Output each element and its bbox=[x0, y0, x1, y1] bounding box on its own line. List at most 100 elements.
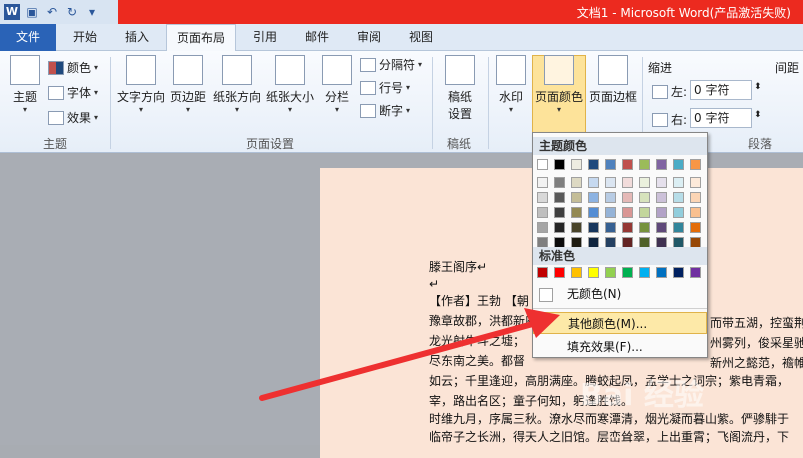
fill-effects-item[interactable]: 填充效果(F)... bbox=[533, 336, 707, 358]
margins-button[interactable]: 页边距 ▾ bbox=[168, 55, 208, 114]
theme-color-shade-swatch[interactable] bbox=[554, 207, 565, 218]
theme-color-shade-swatch[interactable] bbox=[639, 177, 650, 188]
theme-color-shade-swatch[interactable] bbox=[605, 222, 616, 233]
theme-color-shade-swatch[interactable] bbox=[571, 177, 582, 188]
theme-color-swatch[interactable] bbox=[537, 159, 548, 170]
standard-color-swatch[interactable] bbox=[571, 267, 582, 278]
standard-color-swatch[interactable] bbox=[605, 267, 616, 278]
theme-color-shade-swatch[interactable] bbox=[554, 222, 565, 233]
theme-color-shade-swatch[interactable] bbox=[622, 222, 633, 233]
tab-view[interactable]: 视图 bbox=[398, 24, 444, 51]
margins-icon bbox=[173, 55, 203, 85]
theme-color-shade-swatch[interactable] bbox=[639, 222, 650, 233]
indent-left-spinner[interactable]: ⬍ bbox=[754, 82, 762, 92]
theme-color-swatch[interactable] bbox=[690, 159, 701, 170]
theme-color-shade-swatch[interactable] bbox=[656, 177, 667, 188]
tab-references[interactable]: 引用 bbox=[242, 24, 288, 51]
theme-color-shade-swatch[interactable] bbox=[571, 222, 582, 233]
theme-color-shade-swatch[interactable] bbox=[673, 222, 684, 233]
theme-color-shade-swatch[interactable] bbox=[622, 207, 633, 218]
tab-file[interactable]: 文件 bbox=[0, 24, 56, 51]
theme-color-swatch[interactable] bbox=[588, 159, 599, 170]
theme-color-shade-swatch[interactable] bbox=[588, 192, 599, 203]
standard-color-swatch[interactable] bbox=[537, 267, 548, 278]
tab-insert[interactable]: 插入 bbox=[114, 24, 160, 51]
orientation-button[interactable]: 纸张方向 ▾ bbox=[212, 55, 262, 114]
theme-color-swatch[interactable] bbox=[639, 159, 650, 170]
theme-color-shade-swatch[interactable] bbox=[537, 192, 548, 203]
theme-color-shade-swatch[interactable] bbox=[673, 192, 684, 203]
theme-color-shade-swatch[interactable] bbox=[605, 207, 616, 218]
theme-color-shade-swatch[interactable] bbox=[537, 222, 548, 233]
theme-color-shade-swatch[interactable] bbox=[622, 192, 633, 203]
theme-color-shade-swatch[interactable] bbox=[690, 177, 701, 188]
themes-icon bbox=[10, 55, 40, 85]
theme-color-shade-swatch[interactable] bbox=[673, 207, 684, 218]
tab-review[interactable]: 审阅 bbox=[346, 24, 392, 51]
page-color-content: 页面颜色 ▾ bbox=[532, 55, 586, 114]
theme-color-shade-swatch[interactable] bbox=[588, 177, 599, 188]
theme-color-shade-swatch[interactable] bbox=[537, 177, 548, 188]
colors-button[interactable]: 颜色 ▾ bbox=[48, 59, 98, 76]
theme-color-shade-swatch[interactable] bbox=[690, 207, 701, 218]
theme-color-swatch[interactable] bbox=[656, 159, 667, 170]
standard-color-swatch[interactable] bbox=[639, 267, 650, 278]
standard-color-swatch[interactable] bbox=[622, 267, 633, 278]
no-color-item[interactable]: 无颜色(N) bbox=[533, 283, 707, 305]
text-direction-icon bbox=[126, 55, 156, 85]
undo-icon[interactable]: ↶ bbox=[44, 4, 60, 20]
theme-color-shade-swatch[interactable] bbox=[588, 222, 599, 233]
theme-color-shade-swatch[interactable] bbox=[673, 177, 684, 188]
theme-color-shade-swatch[interactable] bbox=[622, 177, 633, 188]
themes-button[interactable]: 主题 ▾ bbox=[8, 55, 42, 114]
save-icon[interactable]: ▣ bbox=[24, 4, 40, 20]
theme-color-swatch[interactable] bbox=[622, 159, 633, 170]
standard-color-swatch[interactable] bbox=[554, 267, 565, 278]
theme-color-shade-swatch[interactable] bbox=[605, 177, 616, 188]
breaks-button[interactable]: 分隔符 ▾ bbox=[360, 56, 422, 73]
theme-color-shade-swatch[interactable] bbox=[571, 192, 582, 203]
indent-right-spinner[interactable]: ⬍ bbox=[754, 110, 762, 120]
theme-color-shade-swatch[interactable] bbox=[554, 177, 565, 188]
tab-page-layout[interactable]: 页面布局 bbox=[166, 24, 236, 52]
customize-qat-icon[interactable]: ▾ bbox=[84, 4, 100, 20]
theme-color-shade-swatch[interactable] bbox=[605, 192, 616, 203]
text-direction-button[interactable]: 文字方向 ▾ bbox=[116, 55, 166, 114]
indent-right-input[interactable]: 0 字符 bbox=[690, 108, 752, 128]
theme-color-shade-swatch[interactable] bbox=[588, 207, 599, 218]
effects-button[interactable]: 效果 ▾ bbox=[48, 109, 98, 126]
page-borders-button[interactable]: 页面边框 bbox=[588, 55, 638, 105]
columns-button[interactable]: 分栏 ▾ bbox=[320, 55, 354, 114]
theme-color-shade-swatch[interactable] bbox=[656, 192, 667, 203]
tab-mailings[interactable]: 邮件 bbox=[294, 24, 340, 51]
theme-color-shade-swatch[interactable] bbox=[656, 222, 667, 233]
theme-color-swatch[interactable] bbox=[673, 159, 684, 170]
tab-home[interactable]: 开始 bbox=[62, 24, 108, 51]
standard-color-swatch[interactable] bbox=[690, 267, 701, 278]
standard-color-swatch[interactable] bbox=[588, 267, 599, 278]
standard-color-swatch[interactable] bbox=[673, 267, 684, 278]
theme-color-swatch[interactable] bbox=[554, 159, 565, 170]
paragraph-group-label: 段落 bbox=[747, 137, 772, 151]
theme-color-shade-swatch[interactable] bbox=[690, 222, 701, 233]
hyphenation-button[interactable]: 断字 ▾ bbox=[360, 102, 410, 119]
size-button[interactable]: 纸张大小 ▾ bbox=[265, 55, 315, 114]
theme-color-shade-swatch[interactable] bbox=[571, 207, 582, 218]
theme-color-shade-swatch[interactable] bbox=[554, 192, 565, 203]
theme-color-shade-swatch[interactable] bbox=[656, 207, 667, 218]
hyphenation-label: 断字 bbox=[379, 104, 404, 118]
theme-color-shade-swatch[interactable] bbox=[537, 207, 548, 218]
indent-left-input[interactable]: 0 字符 bbox=[690, 80, 752, 100]
theme-color-shade-swatch[interactable] bbox=[639, 192, 650, 203]
line-numbers-button[interactable]: 行号 ▾ bbox=[360, 79, 410, 96]
theme-color-swatch[interactable] bbox=[571, 159, 582, 170]
more-colors-item[interactable]: 其他颜色(M)... bbox=[533, 312, 707, 334]
watermark-button[interactable]: 水印 ▾ bbox=[494, 55, 528, 114]
fonts-button[interactable]: 字体 ▾ bbox=[48, 84, 98, 101]
draft-paper-button[interactable]: 稿纸 设置 bbox=[440, 55, 480, 122]
standard-color-swatch[interactable] bbox=[656, 267, 667, 278]
theme-color-shade-swatch[interactable] bbox=[690, 192, 701, 203]
theme-color-swatch[interactable] bbox=[605, 159, 616, 170]
redo-icon[interactable]: ↻ bbox=[64, 4, 80, 20]
theme-color-shade-swatch[interactable] bbox=[639, 207, 650, 218]
